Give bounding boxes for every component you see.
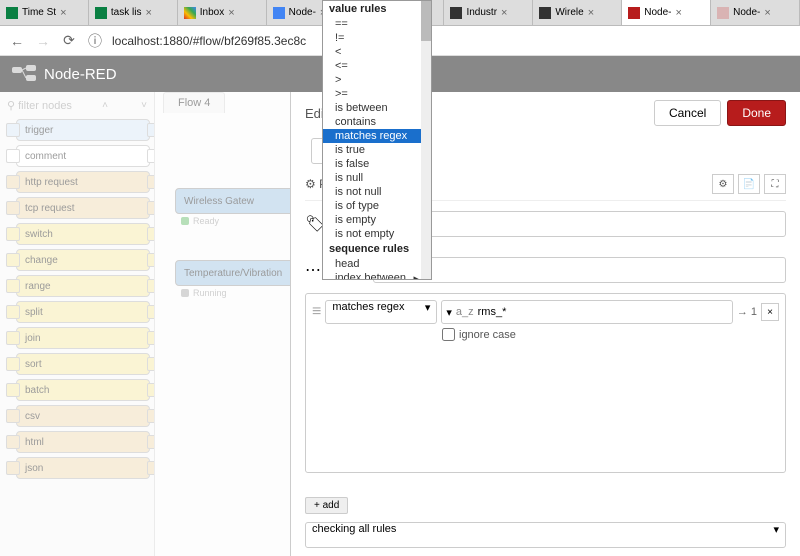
dropdown-group-header: value rules xyxy=(323,1,431,17)
reload-button[interactable]: ⟳ xyxy=(60,32,78,49)
cancel-button[interactable]: Cancel xyxy=(654,100,721,126)
close-icon[interactable]: × xyxy=(228,7,234,19)
close-icon[interactable]: × xyxy=(588,7,594,19)
rule-row: ≡ matches regex ▾ ▾a_zrms_* → 1 × xyxy=(312,300,779,324)
browser-tab[interactable]: Inbox× xyxy=(178,0,267,25)
dropdown-item[interactable]: head xyxy=(323,257,431,271)
app-title: Node-RED xyxy=(44,66,117,83)
rules-container: ≡ matches regex ▾ ▾a_zrms_* → 1 × ignore… xyxy=(305,293,786,473)
dropdown-item[interactable]: != xyxy=(323,31,431,45)
dropdown-item[interactable]: matches regex xyxy=(323,129,431,143)
dropdown-item[interactable]: is true xyxy=(323,143,431,157)
drag-handle-icon[interactable]: ≡ xyxy=(312,303,321,321)
back-button[interactable]: ← xyxy=(8,33,26,49)
property-input[interactable] xyxy=(373,257,786,283)
rule-operator-dropdown[interactable]: value rules ==!=<<=>>=is betweencontains… xyxy=(322,0,432,280)
output-index: → 1 xyxy=(737,306,757,318)
close-icon[interactable]: × xyxy=(60,7,66,19)
done-button[interactable]: Done xyxy=(727,100,786,126)
close-icon[interactable]: × xyxy=(764,7,770,19)
remove-rule-button[interactable]: × xyxy=(761,303,779,321)
dropdown-item[interactable]: is not empty xyxy=(323,227,431,241)
close-icon[interactable]: × xyxy=(145,7,151,19)
browser-tab[interactable]: Node-× xyxy=(711,0,800,25)
address-input[interactable] xyxy=(112,34,792,48)
info-icon[interactable]: ⓘ xyxy=(86,31,104,51)
dropdown-item[interactable]: < xyxy=(323,45,431,59)
dropdown-item[interactable]: is between xyxy=(323,101,431,115)
dropdown-item[interactable]: <= xyxy=(323,59,431,73)
dropdown-scrollbar[interactable] xyxy=(421,1,431,279)
dropdown-item[interactable]: >= xyxy=(323,87,431,101)
forward-button[interactable]: → xyxy=(34,33,52,49)
dropdown-item[interactable]: is of type xyxy=(323,199,431,213)
gear-icon: ⚙ xyxy=(305,177,316,191)
dropdown-item[interactable]: is false xyxy=(323,157,431,171)
doc-icon[interactable]: 📄 xyxy=(738,174,760,194)
close-icon[interactable]: × xyxy=(675,7,681,19)
dropdown-item[interactable]: is not null xyxy=(323,185,431,199)
browser-tab-active[interactable]: Node-× xyxy=(622,0,711,25)
ellipsis-icon: ⋯ xyxy=(305,260,321,280)
browser-tab[interactable]: Industr× xyxy=(444,0,533,25)
dropdown-group-header: sequence rules xyxy=(323,241,431,257)
close-icon[interactable]: × xyxy=(501,7,507,19)
checking-mode-select[interactable]: checking all rules▾ xyxy=(305,522,786,548)
dropdown-item[interactable]: contains xyxy=(323,115,431,129)
name-input[interactable] xyxy=(377,211,786,237)
expand-icon[interactable]: ⛶ xyxy=(764,174,786,194)
browser-tab[interactable]: Time St× xyxy=(0,0,89,25)
add-rule-button[interactable]: + add xyxy=(305,497,348,514)
dropdown-item[interactable]: is null xyxy=(323,171,431,185)
browser-tab[interactable]: task lis× xyxy=(89,0,178,25)
ignore-case-checkbox[interactable]: ignore case xyxy=(442,328,779,341)
app-logo-icon xyxy=(12,65,36,83)
settings-icon[interactable]: ⚙ xyxy=(712,174,734,194)
browser-tab[interactable]: Wirele× xyxy=(533,0,622,25)
dropdown-item[interactable]: > xyxy=(323,73,431,87)
rule-operator-select[interactable]: matches regex ▾ xyxy=(325,300,437,324)
dropdown-item[interactable]: is empty xyxy=(323,213,431,227)
dropdown-item[interactable]: index between▸ xyxy=(323,271,431,280)
dropdown-item[interactable]: == xyxy=(323,17,431,31)
rule-value-input[interactable]: ▾a_zrms_* xyxy=(441,300,732,324)
